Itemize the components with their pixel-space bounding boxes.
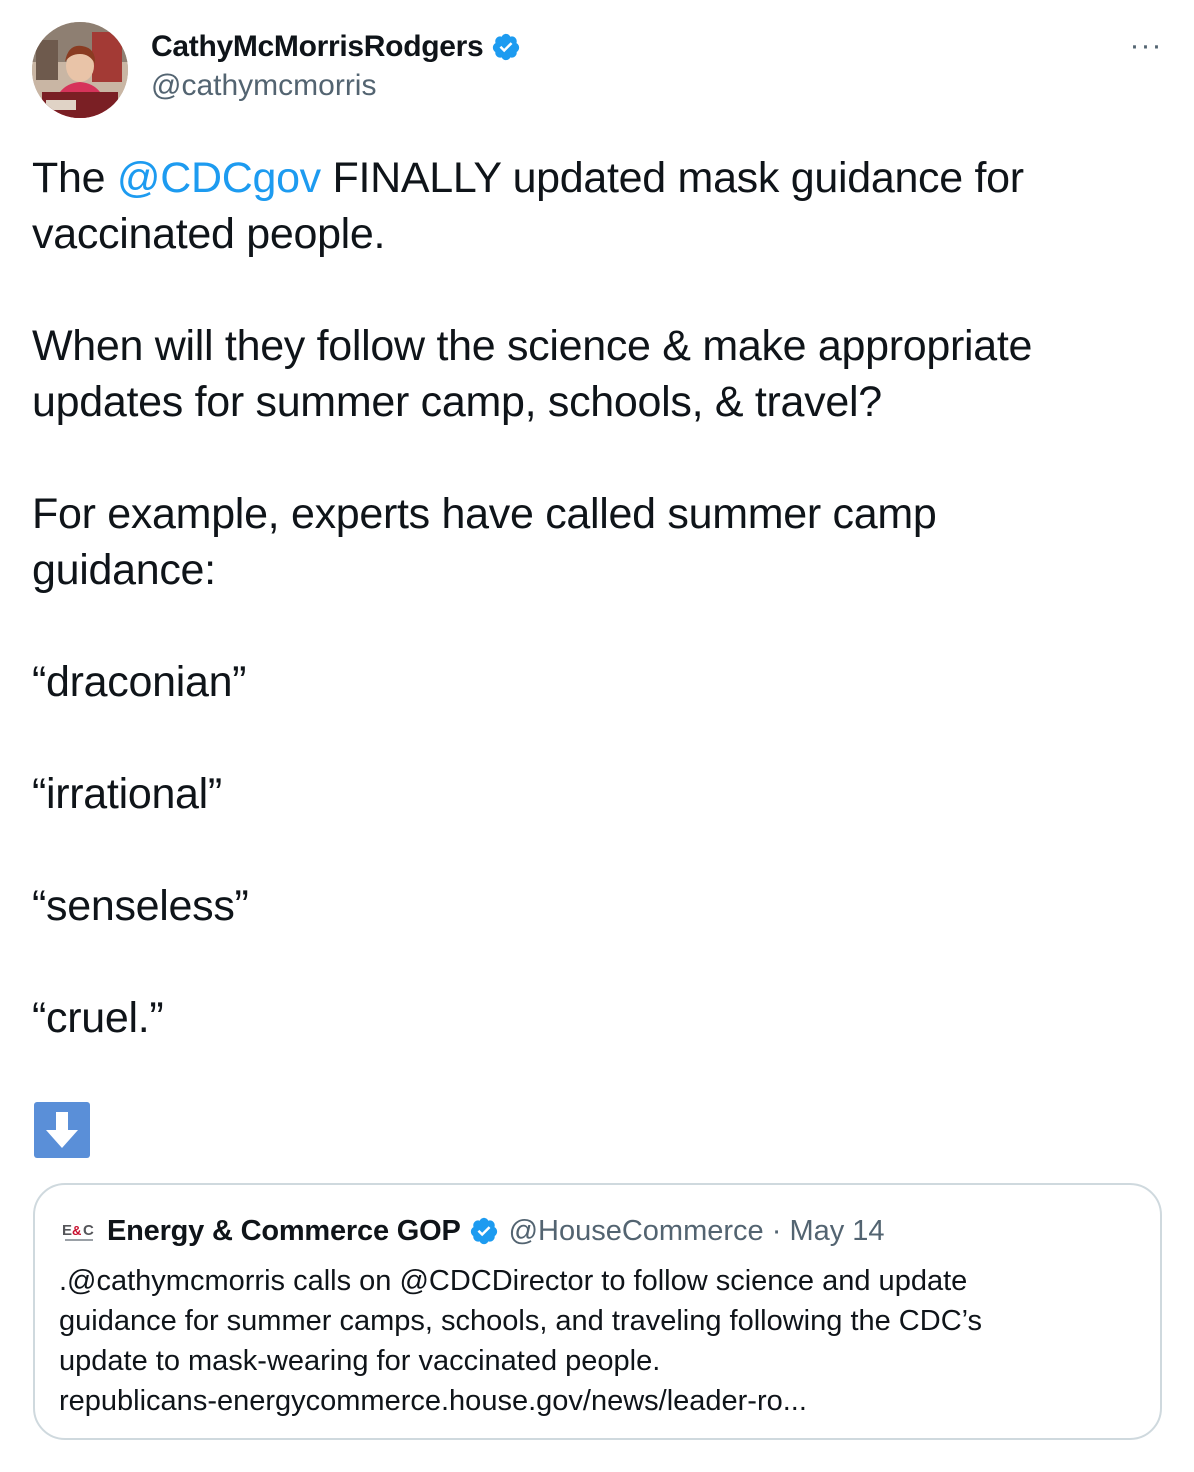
quoted-text-line: update to mask-wearing for vaccinated pe… [59,1345,661,1377]
tweet-text: The @CDCgov FINALLY updated mask guidanc… [32,150,1142,1046]
tweet-quote-word: “draconian” [32,658,247,706]
svg-text:C: C [83,1222,94,1239]
verified-badge-icon [470,1217,497,1245]
quoted-text-line: .@cathymcmorris calls on @CDCDirector to… [59,1265,968,1297]
tweet-quote-word: “senseless” [32,882,249,930]
quoted-tweet-date[interactable]: May 14 [789,1215,884,1248]
tweet-line: When will they follow the science & make… [32,322,1033,370]
svg-text:E: E [62,1222,72,1239]
quoted-author-name[interactable]: Energy & Commerce GOP [107,1215,461,1248]
quoted-tweet-card[interactable]: E & C Energy & Commerce GOP @HouseCommer… [33,1183,1162,1440]
author-name[interactable]: CathyMcMorrisRodgers [151,30,484,64]
down-arrow-emoji-icon [34,1102,90,1158]
author-name-row: CathyMcMorrisRodgers [151,27,521,67]
quoted-link[interactable]: republicans-energycommerce.house.gov/new… [59,1381,1119,1421]
tweet-text-segment: The [32,154,117,202]
tweet-line: updates for summer camp, schools, & trav… [32,378,882,426]
verified-badge-icon [493,33,520,61]
quoted-author-handle[interactable]: @HouseCommerce [509,1215,764,1248]
author-avatar[interactable] [32,22,128,118]
tweet-line: vaccinated people. [32,210,386,258]
tweet-line: guidance: [32,546,216,594]
quoted-author-avatar: E & C [59,1211,99,1251]
avatar-photo [32,22,128,118]
tweet-quote-word: “cruel.” [32,994,164,1042]
tweet-line: For example, experts have called summer … [32,490,937,538]
energy-commerce-logo-icon: E & C [62,1222,94,1241]
tweet-quote-word: “irrational” [32,770,222,818]
meta-separator: · [763,1214,790,1247]
mention-link-cdcgov[interactable]: @CDCgov [117,154,321,202]
author-handle[interactable]: @cathymcmorris [151,69,376,103]
quoted-tweet-text: .@cathymcmorris calls on @CDCDirector to… [59,1261,1119,1421]
quoted-text-line: guidance for summer camps, schools, and … [59,1305,983,1337]
quoted-tweet-header: E & C Energy & Commerce GOP @HouseCommer… [59,1211,885,1251]
svg-text:&: & [72,1223,81,1238]
tweet-text-segment: FINALLY updated mask guidance for [320,154,1025,202]
tweet-line: The @CDCgov FINALLY updated mask guidanc… [32,150,1142,206]
more-options-button[interactable]: ··· [1126,28,1166,64]
